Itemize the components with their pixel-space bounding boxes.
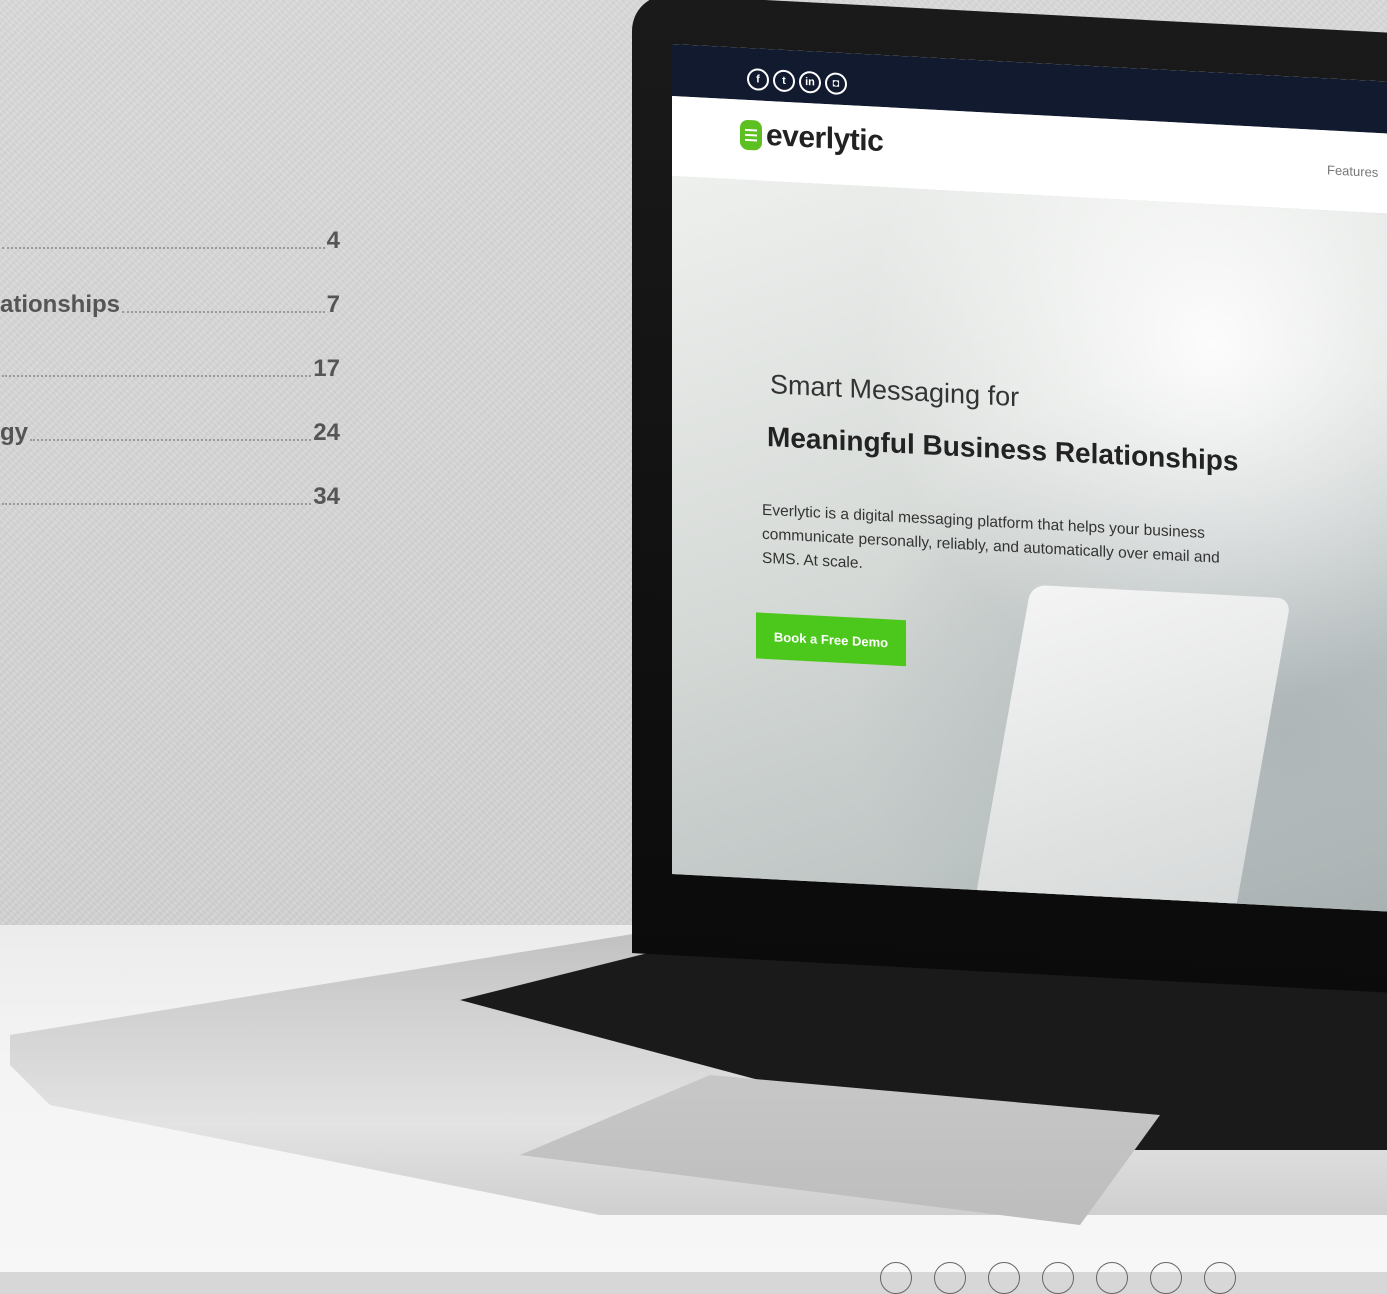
social-links: f t in ◘ (747, 67, 847, 96)
instagram-icon[interactable]: ◘ (825, 72, 847, 96)
facebook-icon[interactable]: f (747, 67, 769, 92)
logo-text: everlytic (766, 118, 884, 159)
everlytic-logo[interactable]: everlytic (740, 118, 883, 160)
circle-icon (1204, 1262, 1236, 1294)
book-demo-button[interactable]: Book a Free Demo (756, 612, 906, 667)
circle-icon (988, 1262, 1020, 1294)
circle-icon (934, 1262, 966, 1294)
hero-headline-line2: Meaningful Business Relationships (767, 420, 1239, 477)
circle-icon (1150, 1262, 1182, 1294)
laptop-screen: f t in ◘ everlytic Features Smart Messag… (672, 44, 1387, 912)
circle-icon (880, 1262, 912, 1294)
circle-icon (1042, 1262, 1074, 1294)
nav-link-features[interactable]: Features (1327, 162, 1378, 180)
laptop-photo: f t in ◘ everlytic Features Smart Messag… (0, 0, 1387, 1272)
twitter-icon[interactable]: t (773, 69, 795, 93)
hero-headline-line1: Smart Messaging for (770, 369, 1020, 413)
hero-description: Everlytic is a digital messaging platfor… (762, 501, 1220, 572)
hero-background-laptop (972, 584, 1292, 912)
linkedin-icon[interactable]: in (799, 70, 821, 94)
bottom-icon-row (880, 1262, 1236, 1294)
circle-icon (1096, 1262, 1128, 1294)
hero-section: Smart Messaging for Meaningful Business … (672, 176, 1387, 912)
everlytic-logo-mark-icon (740, 119, 762, 151)
